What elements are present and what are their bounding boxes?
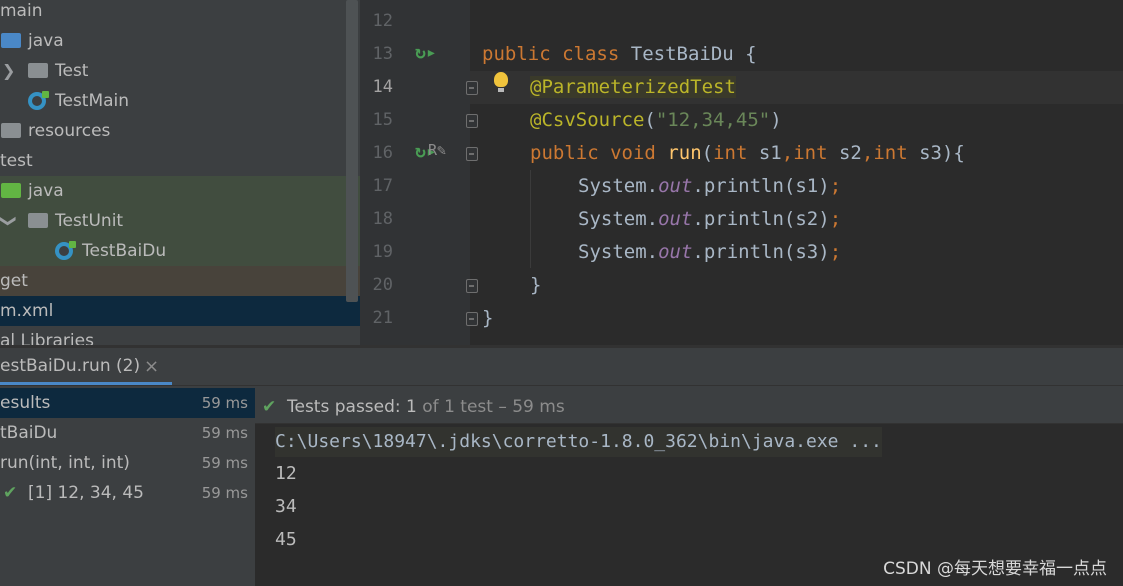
test-results-tree: esults 59 ms tBaiDu 59 ms run(int, int, … bbox=[0, 386, 255, 586]
run-badge-icon bbox=[69, 241, 76, 248]
code-line-13: public class TestBaiDu { bbox=[482, 43, 757, 65]
tree-item-target[interactable]: get bbox=[0, 266, 360, 296]
tree-item-label: Test bbox=[55, 61, 89, 81]
fold-icon[interactable] bbox=[466, 147, 478, 161]
tree-item-label: test bbox=[0, 151, 33, 171]
tree-item-label: TestBaiDu bbox=[82, 241, 167, 261]
console-output-line: 45 bbox=[275, 529, 297, 550]
tree-item-test-package[interactable]: ❯ Test bbox=[0, 56, 360, 86]
console-output-line: 34 bbox=[275, 496, 297, 517]
test-row-label: esults bbox=[0, 393, 51, 413]
run-tab-label: estBaiDu.run (2) bbox=[0, 356, 141, 376]
line-number: 12 bbox=[372, 11, 393, 31]
tree-item-external-libraries[interactable]: al Libraries bbox=[0, 326, 360, 345]
run-tab[interactable]: estBaiDu.run (2) × bbox=[0, 348, 172, 385]
tree-item-test-java[interactable]: java bbox=[0, 176, 360, 206]
editor-gutter: 12 13 14 15 16 17 18 19 20 21 ↻▸ ↻▸ R✎ bbox=[360, 0, 470, 345]
line-number: 21 bbox=[372, 308, 393, 328]
test-row-label: tBaiDu bbox=[0, 423, 58, 443]
run-badge-icon bbox=[42, 91, 49, 98]
tree-scrollbar[interactable] bbox=[346, 0, 358, 302]
run-tool-header: estBaiDu.run (2) × bbox=[0, 348, 1123, 386]
line-number: 17 bbox=[372, 176, 393, 196]
tree-item-label: resources bbox=[28, 121, 111, 141]
line-number: 18 bbox=[372, 209, 393, 229]
code-line-14: @ParameterizedTest bbox=[530, 76, 736, 98]
package-icon bbox=[28, 63, 48, 78]
tree-item-label: TestUnit bbox=[55, 211, 124, 231]
tree-item-label: al Libraries bbox=[0, 331, 94, 345]
chevron-down-icon[interactable]: ❯ bbox=[0, 214, 24, 227]
package-icon bbox=[28, 213, 48, 228]
console-command-line: C:\Users\18947\.jdks\corretto-1.8.0_362\… bbox=[275, 427, 882, 457]
project-tree: main java ❯ Test TestMain resources test… bbox=[0, 0, 360, 345]
line-number: 14 bbox=[372, 77, 393, 97]
line-number: 16 bbox=[372, 143, 393, 163]
fold-icon[interactable] bbox=[466, 114, 478, 128]
line-number: 19 bbox=[372, 242, 393, 262]
code-line-15: @CsvSource("12,34,45") bbox=[530, 109, 782, 131]
code-line-21: } bbox=[482, 307, 494, 329]
fold-icon[interactable] bbox=[466, 81, 478, 95]
fold-icon[interactable] bbox=[466, 279, 478, 293]
code-line-19: System.out.println(s3); bbox=[578, 241, 842, 263]
code-line-18: System.out.println(s2); bbox=[578, 208, 842, 230]
tree-item-label: m.xml bbox=[0, 301, 54, 321]
check-icon: ✔ bbox=[262, 397, 277, 417]
tree-item-label: java bbox=[28, 31, 64, 51]
test-folder-icon bbox=[1, 183, 21, 198]
tree-item-label: main bbox=[0, 1, 43, 21]
test-row-label: [1] 12, 34, 45 bbox=[28, 483, 144, 503]
tree-item-resources[interactable]: resources bbox=[0, 116, 360, 146]
run-test-icon[interactable]: ↻▸ bbox=[415, 42, 437, 63]
test-row-class[interactable]: tBaiDu 59 ms bbox=[0, 418, 255, 448]
check-icon: ✔ bbox=[3, 483, 18, 503]
test-row-label: run(int, int, int) bbox=[0, 453, 130, 473]
folder-icon bbox=[1, 33, 21, 48]
test-duration: 59 ms bbox=[201, 454, 248, 472]
tree-item-java[interactable]: java bbox=[0, 26, 360, 56]
edit-icon[interactable]: R✎ bbox=[428, 141, 446, 159]
close-icon[interactable]: × bbox=[144, 348, 159, 385]
indent-guide bbox=[530, 170, 531, 268]
test-duration: 59 ms bbox=[201, 484, 248, 502]
tree-item-main[interactable]: main bbox=[0, 0, 360, 26]
tree-item-pom[interactable]: m.xml bbox=[0, 296, 360, 326]
tree-item-testmain[interactable]: TestMain bbox=[0, 86, 360, 116]
test-duration: 59 ms bbox=[201, 394, 248, 412]
fold-icon[interactable] bbox=[466, 312, 478, 326]
run-console[interactable]: ✔ Tests passed: 1 of 1 test – 59 ms C:\U… bbox=[255, 386, 1123, 586]
tree-item-testunit[interactable]: ❯ TestUnit bbox=[0, 206, 360, 236]
tree-item-test[interactable]: test bbox=[0, 146, 360, 176]
test-row-invocation[interactable]: ✔ [1] 12, 34, 45 59 ms bbox=[0, 478, 255, 508]
console-output-line: 12 bbox=[275, 463, 297, 484]
tab-underline bbox=[0, 382, 172, 385]
code-line-16: public void run(int s1,int s2,int s3){ bbox=[530, 142, 965, 164]
test-row-method[interactable]: run(int, int, int) 59 ms bbox=[0, 448, 255, 478]
watermark: CSDN @每天想要幸福一点点 bbox=[883, 559, 1107, 579]
test-status-text: Tests passed: 1 of 1 test – 59 ms bbox=[287, 397, 565, 417]
tree-item-label: TestMain bbox=[55, 91, 130, 111]
test-duration: 59 ms bbox=[201, 424, 248, 442]
code-line-20: } bbox=[530, 274, 542, 296]
line-number: 13 bbox=[372, 44, 393, 64]
chevron-right-icon[interactable]: ❯ bbox=[2, 56, 15, 86]
test-row-results[interactable]: esults 59 ms bbox=[0, 388, 255, 418]
line-number: 20 bbox=[372, 275, 393, 295]
code-line-17: System.out.println(s1); bbox=[578, 175, 842, 197]
tree-item-label: java bbox=[28, 181, 64, 201]
code-editor[interactable]: 12 13 14 15 16 17 18 19 20 21 ↻▸ ↻▸ R✎ p… bbox=[360, 0, 1123, 345]
line-number: 15 bbox=[372, 110, 393, 130]
tree-item-testbaidu[interactable]: TestBaiDu bbox=[0, 236, 360, 266]
lightbulb-icon[interactable] bbox=[494, 72, 508, 92]
resources-folder-icon bbox=[1, 123, 21, 138]
test-status-bar: ✔ Tests passed: 1 of 1 test – 59 ms bbox=[255, 386, 1123, 424]
tree-item-label: get bbox=[0, 271, 28, 291]
